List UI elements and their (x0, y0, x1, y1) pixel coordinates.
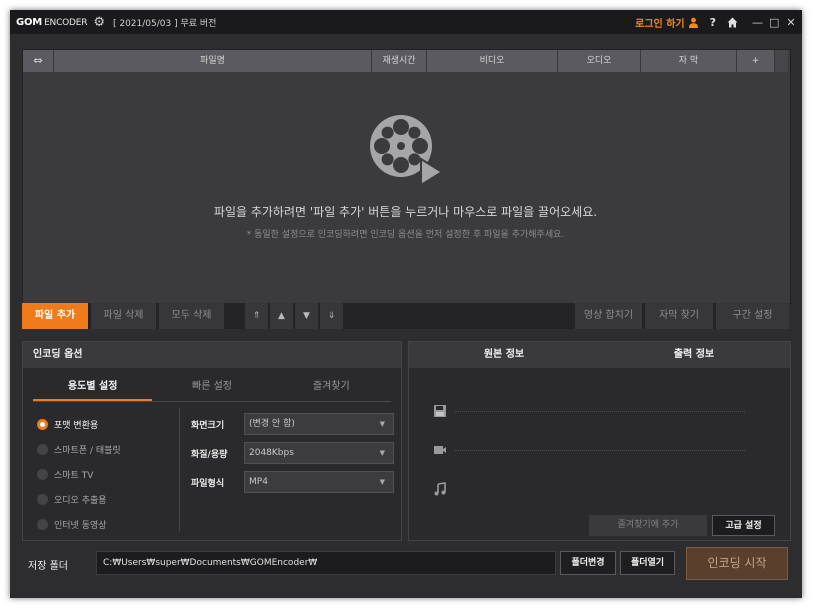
chevron-down-icon: ▼ (379, 449, 385, 457)
column-subtitle[interactable]: 자 막 (641, 50, 737, 72)
merge-video-button[interactable]: 영상 합치기 (575, 303, 642, 329)
preset-smartphone[interactable]: 스마트폰 / 태블릿 (37, 437, 177, 462)
login-label: 로그인 하기 (635, 18, 685, 30)
help-icon[interactable]: ? (710, 16, 716, 29)
radio-icon (37, 519, 48, 530)
move-bottom-icon[interactable]: ⇓ (320, 303, 343, 329)
source-file-line (455, 411, 745, 413)
add-file-button[interactable]: 파일 추가 (22, 303, 88, 329)
file-format-label: 파일형식 (191, 479, 225, 489)
column-playtime[interactable]: 재생시간 (372, 50, 427, 72)
file-list-header: ⇔ 파일명 재생시간 비디오 오디오 자 막 + (23, 50, 788, 72)
video-info-line (455, 450, 745, 452)
info-panel: 원본 정보 출력 정보 즐겨찾기에 추가 고급 설정 (408, 341, 791, 541)
file-icon (434, 405, 446, 417)
screen-size-select[interactable]: (변경 안 함) ▼ (244, 413, 394, 435)
quality-select[interactable]: 2048Kbps ▼ (244, 442, 394, 464)
radio-icon (37, 469, 48, 480)
music-note-icon (434, 482, 446, 496)
drop-hint: 파일을 추가하려면 '파일 추가' 버튼을 누르거나 마우스로 파일을 끌어오세… (213, 205, 598, 219)
screen-size-label: 화면크기 (191, 421, 225, 431)
gear-icon[interactable]: ⚙ (93, 16, 105, 29)
film-reel-icon (370, 115, 444, 187)
radio-icon (37, 444, 48, 455)
drop-subhint: * 동일한 설정으로 인코딩하려면 인코딩 옵션을 먼저 설정한 후 파일을 추… (246, 230, 565, 240)
encoding-options-panel: 인코딩 옵션 용도별 설정 빠른 설정 즐겨찾기 포맷 변환용 스마트폰 / 태… (22, 341, 402, 541)
divider (179, 408, 180, 532)
maximize-icon[interactable]: □ (769, 16, 779, 29)
home-icon[interactable] (727, 17, 738, 28)
preset-audio-extract[interactable]: 오디오 추출용 (37, 487, 177, 512)
file-list[interactable]: ⇔ 파일명 재생시간 비디오 오디오 자 막 + 파일을 추가하려면 '파일 추… (22, 49, 791, 304)
preset-format-convert[interactable]: 포맷 변환용 (37, 412, 177, 437)
quality-label: 화질/용량 (191, 450, 228, 460)
radio-icon (37, 494, 48, 505)
encoding-tabs: 용도별 설정 빠른 설정 즐겨찾기 (33, 375, 391, 402)
video-camera-icon (434, 446, 446, 454)
login-button[interactable]: 로그인 하기 (635, 15, 698, 30)
move-top-icon[interactable]: ⇑ (245, 303, 268, 329)
save-path-field[interactable]: C:₩Users₩super₩Documents₩GOMEncoder₩ (96, 551, 556, 575)
delete-all-button[interactable]: 모두 삭제 (159, 303, 224, 329)
add-to-favorites-button[interactable]: 즐겨찾기에 추가 (589, 515, 707, 536)
section-setting-button[interactable]: 구간 설정 (716, 303, 789, 329)
move-up-icon[interactable]: ▲ (270, 303, 293, 329)
change-folder-button[interactable]: 폴더변경 (560, 551, 616, 575)
radio-selected-icon (37, 419, 48, 430)
person-icon (688, 17, 698, 28)
encoding-options-title: 인코딩 옵션 (23, 342, 401, 368)
open-folder-button[interactable]: 폴더열기 (620, 551, 675, 575)
find-subtitle-button[interactable]: 자막 찾기 (645, 303, 713, 329)
app-window: GOM ENCODER ⚙ [ 2021/05/03 ] 무료 버전 로그인 하… (10, 10, 802, 598)
file-format-select[interactable]: MP4 ▼ (244, 471, 394, 493)
delete-file-button[interactable]: 파일 삭제 (91, 303, 156, 329)
move-down-icon[interactable]: ▼ (295, 303, 318, 329)
link-icon[interactable]: ⇔ (23, 50, 54, 72)
tab-purpose[interactable]: 용도별 설정 (33, 375, 153, 401)
chevron-down-icon: ▼ (379, 478, 385, 486)
preset-smart-tv[interactable]: 스마트 TV (37, 462, 177, 487)
advanced-settings-button[interactable]: 고급 설정 (712, 515, 775, 536)
save-folder-label: 저장 폴더 (28, 561, 68, 572)
preset-internet-video[interactable]: 인터넷 동영상 (37, 512, 177, 537)
add-column-button[interactable]: + (737, 50, 775, 72)
minimize-icon[interactable]: — (752, 16, 763, 29)
app-logo: GOM ENCODER (16, 16, 88, 28)
scrollbar[interactable] (775, 50, 788, 72)
column-audio[interactable]: 오디오 (558, 50, 641, 72)
tab-source-info[interactable]: 원본 정보 (409, 342, 599, 368)
file-toolbar: 파일 추가 파일 삭제 모두 삭제 ⇑ ▲ ▼ ⇓ 영상 합치기 자막 찾기 구… (22, 303, 789, 329)
title-bar: GOM ENCODER ⚙ [ 2021/05/03 ] 무료 버전 로그인 하… (10, 10, 802, 34)
preset-list: 포맷 변환용 스마트폰 / 태블릿 스마트 TV 오디오 추출용 인터넷 동영상 (37, 412, 177, 537)
title-actions: 로그인 하기 ? — □ ✕ (635, 15, 802, 30)
column-filename[interactable]: 파일명 (54, 50, 372, 72)
tab-quick[interactable]: 빠른 설정 (152, 375, 271, 401)
info-tabs: 원본 정보 출력 정보 (409, 342, 790, 368)
tab-favorites[interactable]: 즐겨찾기 (272, 375, 391, 401)
chevron-down-icon: ▼ (379, 420, 385, 428)
close-icon[interactable]: ✕ (786, 16, 796, 29)
column-video[interactable]: 비디오 (427, 50, 558, 72)
version-label: [ 2021/05/03 ] 무료 버전 (112, 18, 217, 29)
tab-output-info[interactable]: 출력 정보 (599, 342, 789, 368)
start-encoding-button[interactable]: 인코딩 시작 (686, 547, 788, 580)
